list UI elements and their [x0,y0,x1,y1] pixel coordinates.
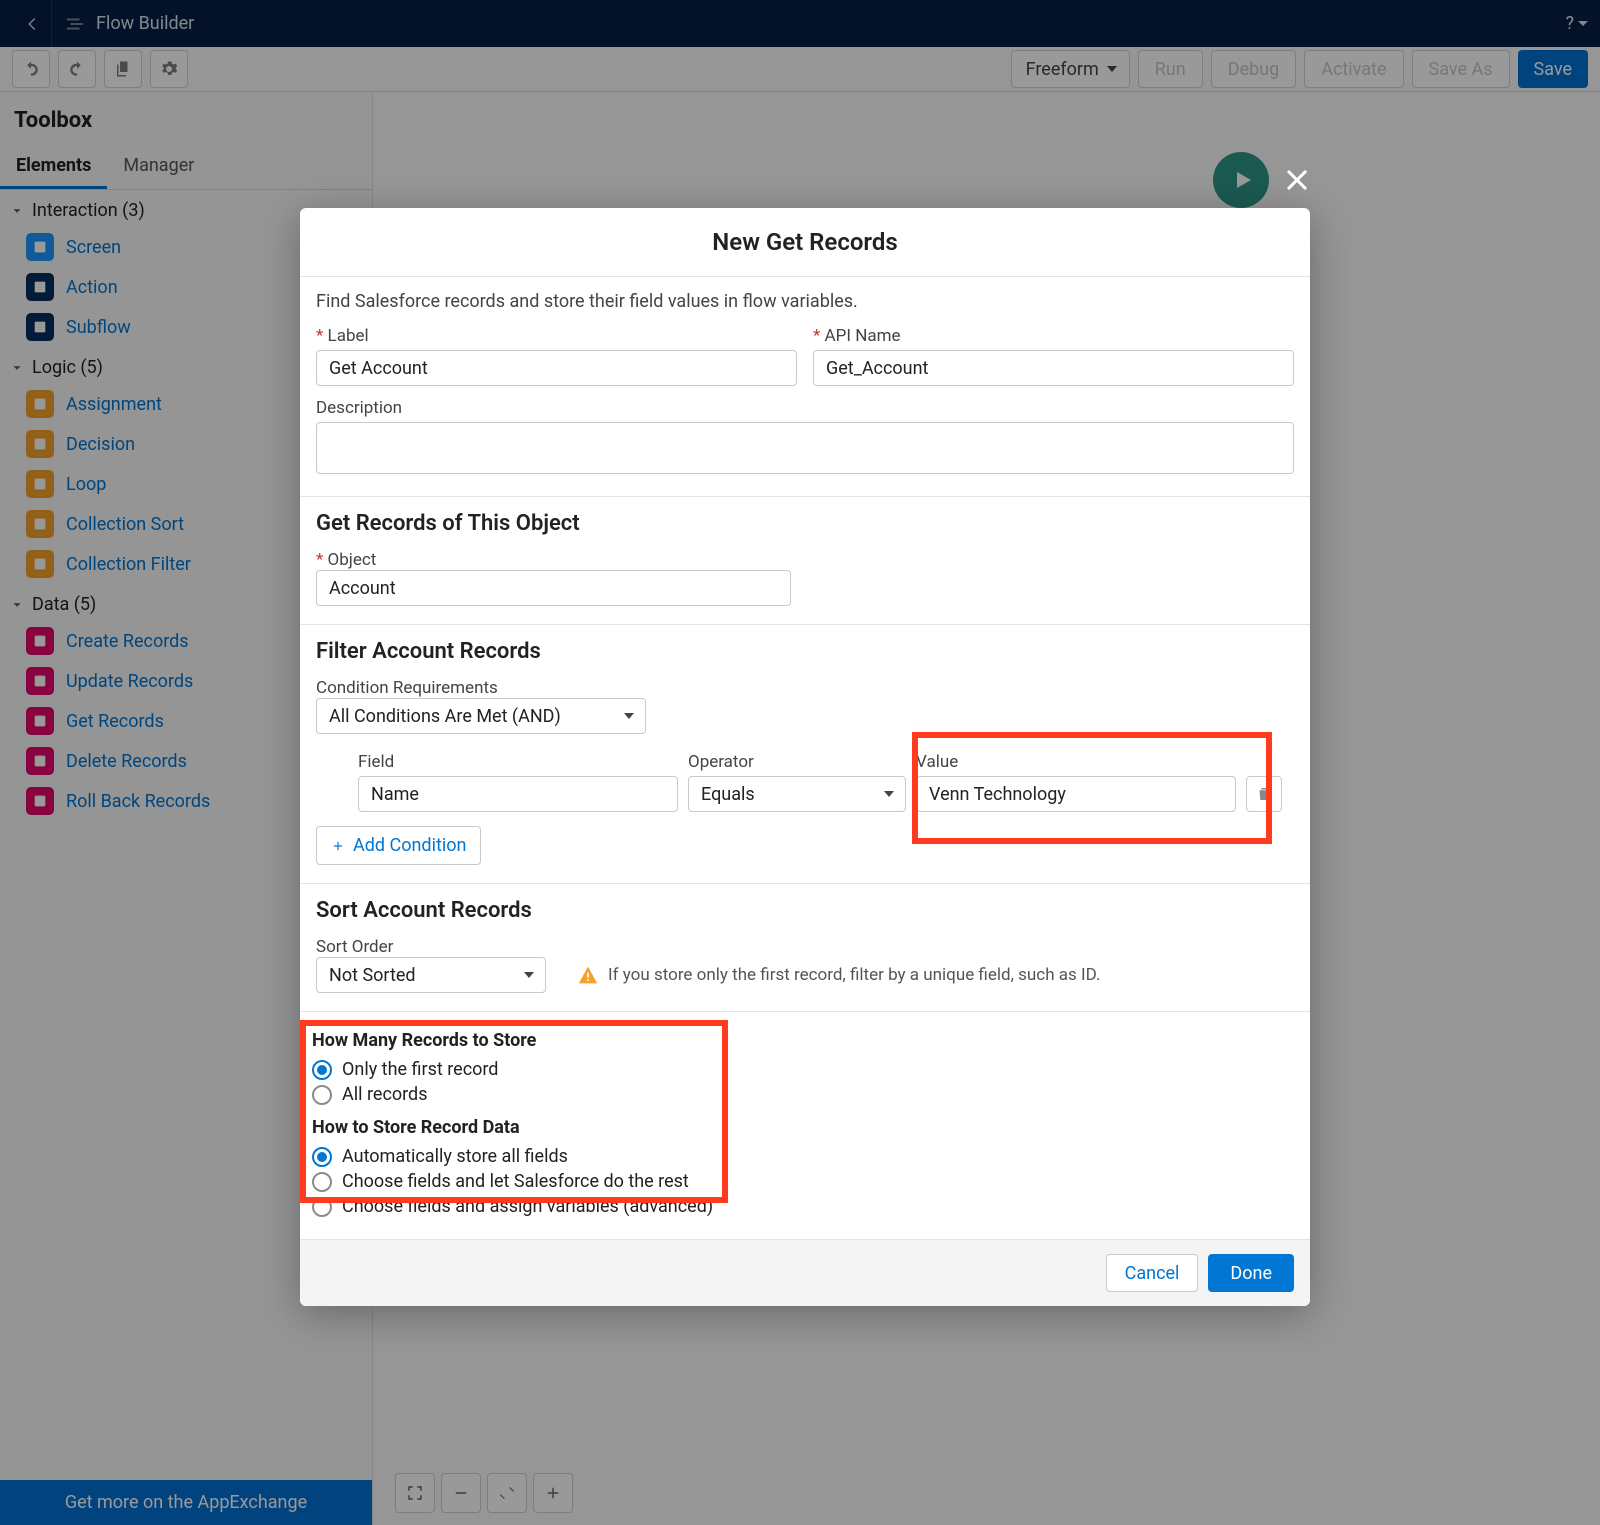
radio-icon [312,1172,332,1192]
filter-operator-select[interactable] [688,776,906,812]
radio-icon [312,1060,332,1080]
condition-requirements-select[interactable] [316,698,646,734]
trash-icon [1255,785,1273,803]
radio-label: Automatically store all fields [342,1146,568,1167]
done-button[interactable]: Done [1208,1254,1294,1292]
label-label: Label [316,326,797,346]
radio-label: All records [342,1084,428,1105]
how-store-option[interactable]: Automatically store all fields [312,1144,1298,1169]
api-name-input[interactable] [813,350,1294,386]
label-input[interactable] [316,350,797,386]
radio-label: Choose fields and let Salesforce do the … [342,1171,689,1192]
condition-requirements-label: Condition Requirements [316,678,498,698]
object-input[interactable] [316,570,791,606]
get-records-modal: New Get Records Find Salesforce records … [300,208,1310,1306]
plus-icon [331,839,345,853]
warning-icon [578,965,598,985]
api-name-label: API Name [813,326,1294,346]
modal-close-button[interactable] [1283,166,1311,198]
filter-value-label: Value [916,752,1236,772]
how-store-label: How to Store Record Data [312,1117,1298,1138]
sort-warning-text: If you store only the first record, filt… [608,965,1100,985]
description-input[interactable] [316,422,1294,474]
filter-operator-label: Operator [688,752,906,772]
add-condition-button[interactable]: Add Condition [316,826,481,865]
modal-description: Find Salesforce records and store their … [316,291,1294,312]
how-many-option[interactable]: All records [312,1082,1298,1107]
how-many-option[interactable]: Only the first record [312,1057,1298,1082]
radio-label: Choose fields and assign variables (adva… [342,1196,713,1217]
filter-field-input[interactable] [358,776,678,812]
description-label: Description [316,398,402,418]
delete-condition-button[interactable] [1246,776,1282,812]
object-section-title: Get Records of This Object [316,511,1294,536]
sort-order-label: Sort Order [316,937,393,957]
object-label: Object [316,550,376,570]
how-many-label: How Many Records to Store [312,1030,1298,1051]
cancel-button[interactable]: Cancel [1106,1254,1199,1292]
sort-order-select[interactable] [316,957,546,993]
radio-icon [312,1085,332,1105]
filter-value-input[interactable] [916,776,1236,812]
radio-icon [312,1197,332,1217]
close-icon [1283,166,1311,194]
filter-field-label: Field [358,752,678,772]
radio-icon [312,1147,332,1167]
sort-section-title: Sort Account Records [316,898,1294,923]
add-condition-label: Add Condition [353,835,466,856]
radio-label: Only the first record [342,1059,498,1080]
modal-footer: Cancel Done [300,1239,1310,1306]
how-store-option[interactable]: Choose fields and let Salesforce do the … [312,1169,1298,1194]
modal-title: New Get Records [300,208,1310,276]
filter-section-title: Filter Account Records [316,639,1294,664]
how-store-option[interactable]: Choose fields and assign variables (adva… [312,1194,1298,1219]
